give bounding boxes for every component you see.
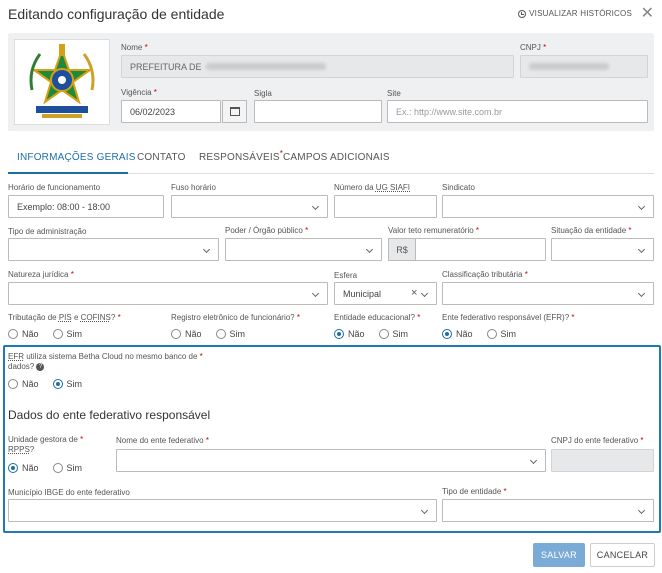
- cnpj-label: CNPJ *: [520, 43, 547, 52]
- classificacao-label: Classificação tributária *: [442, 270, 528, 279]
- tab-contato[interactable]: CONTATO: [137, 152, 186, 163]
- ug-siafi-field[interactable]: [334, 195, 437, 218]
- dialog-title: Editando configuração de entidade: [8, 6, 225, 22]
- tab-campos-adicionais[interactable]: CAMPOS ADICIONAIS: [283, 152, 390, 163]
- vigencia-field[interactable]: 06/02/2023: [121, 100, 221, 123]
- nome-value: PREFEITURA DE: [130, 61, 202, 72]
- situacao-select[interactable]: [551, 238, 654, 261]
- unidade-gestora-label: Unidade gestora de * RPPS?: [8, 435, 84, 454]
- unidade-gestora-radio-group: Não Sim: [8, 463, 82, 473]
- natureza-label: Natureza jurídica *: [8, 270, 74, 279]
- efr-label: Ente federativo responsável (EFR)? *: [442, 313, 575, 322]
- municipio-select[interactable]: [8, 499, 437, 522]
- site-label: Site: [387, 89, 401, 98]
- calendar-button[interactable]: [222, 100, 247, 123]
- nome-ente-select[interactable]: [116, 449, 546, 472]
- situacao-label: Situação da entidade *: [551, 226, 632, 235]
- efr-betha-radio-group: Não Sim: [8, 379, 82, 389]
- view-history-label: VISUALIZAR HISTÓRICOS: [529, 9, 632, 18]
- nome-label: Nome *: [121, 43, 148, 52]
- nome-ente-label: Nome do ente federativo *: [116, 436, 209, 445]
- close-icon[interactable]: ✕: [641, 3, 654, 23]
- ente-section-title: Dados do ente federativo responsável: [8, 408, 211, 422]
- coat-of-arms-logo: [14, 39, 110, 125]
- tab-informacoes-gerais[interactable]: INFORMAÇÕES GERAIS: [17, 152, 136, 163]
- fuso-select[interactable]: [171, 195, 328, 218]
- tributacao-label: Tributação de PIS e COFINS? *: [8, 313, 121, 322]
- natureza-select[interactable]: [8, 282, 328, 305]
- sindicato-select[interactable]: [442, 195, 654, 218]
- vigencia-label: Vigência *: [121, 88, 157, 97]
- efr-nao[interactable]: Não: [442, 329, 473, 339]
- registro-label: Registro eletrônico de funcionário? *: [171, 313, 300, 322]
- tipo-admin-select[interactable]: [8, 238, 219, 261]
- horario-label: Horário de funcionamento: [8, 183, 101, 192]
- poder-label: Poder / Órgão público *: [225, 226, 309, 235]
- esfera-value: Municipal: [343, 288, 382, 299]
- registro-nao[interactable]: Não: [171, 329, 202, 339]
- poder-select[interactable]: [225, 238, 382, 261]
- tipo-entidade-label: Tipo de entidade *: [442, 487, 507, 496]
- educacional-sim[interactable]: Sim: [378, 329, 408, 339]
- sigla-label: Sigla: [254, 89, 272, 98]
- horario-field[interactable]: Exemplo: 08:00 - 18:00: [8, 195, 164, 218]
- efr-betha-label: EFR utiliza sistema Betha Cloud no mesmo…: [8, 352, 203, 371]
- redacted-text: [529, 63, 609, 70]
- efr-sim[interactable]: Sim: [486, 329, 516, 339]
- tab-responsaveis[interactable]: RESPONSÁVEIS*: [199, 149, 283, 163]
- unidade-gestora-sim[interactable]: Sim: [52, 463, 82, 473]
- view-history-link[interactable]: VISUALIZAR HISTÓRICOS: [518, 9, 632, 18]
- active-tab-indicator: [8, 172, 128, 174]
- cancel-button[interactable]: CANCELAR: [590, 543, 655, 567]
- sindicato-label: Sindicato: [442, 183, 475, 192]
- tipo-admin-label: Tipo de administração: [8, 227, 87, 236]
- municipio-label: Município IBGE do ente federativo: [8, 488, 130, 497]
- unidade-gestora-nao[interactable]: Não: [8, 463, 39, 473]
- entity-header-panel: Nome * PREFEITURA DE CNPJ * Vigência * 0…: [8, 33, 654, 131]
- teto-label: Valor teto remuneratório *: [388, 226, 480, 235]
- registro-sim[interactable]: Sim: [215, 329, 245, 339]
- esfera-label: Esfera: [334, 271, 358, 280]
- educacional-label: Entidade educacional? *: [334, 313, 421, 322]
- educacional-radio-group: Não Sim: [334, 329, 408, 339]
- tributacao-radio-group: Não Sim: [8, 329, 82, 339]
- tab-bar: INFORMAÇÕES GERAIS CONTATO RESPONSÁVEIS*…: [8, 148, 654, 174]
- ug-siafi-label: Número da UG SIAFI: [334, 183, 411, 192]
- registro-radio-group: Não Sim: [171, 329, 245, 339]
- teto-field[interactable]: [415, 238, 546, 261]
- sigla-field[interactable]: [254, 100, 382, 123]
- tributacao-sim[interactable]: Sim: [52, 329, 82, 339]
- tipo-entidade-select[interactable]: [442, 499, 654, 522]
- fuso-label: Fuso horário: [171, 183, 216, 192]
- currency-prefix: R$: [388, 238, 416, 261]
- cnpj-ente-field[interactable]: [551, 449, 654, 472]
- tributacao-nao[interactable]: Não: [8, 329, 39, 339]
- clock-icon: [518, 9, 527, 18]
- cnpj-field[interactable]: [520, 55, 648, 78]
- redacted-text: [205, 63, 326, 70]
- efr-radio-group: Não Sim: [442, 329, 516, 339]
- calendar-icon: [229, 107, 240, 116]
- cnpj-ente-label: CNPJ do ente federativo *: [551, 436, 644, 445]
- efr-betha-sim[interactable]: Sim: [52, 379, 82, 389]
- nome-field[interactable]: PREFEITURA DE: [121, 55, 514, 78]
- help-icon[interactable]: ?: [36, 362, 45, 371]
- site-field[interactable]: Ex.: http://www.site.com.br: [387, 100, 648, 123]
- classificacao-select[interactable]: [442, 282, 654, 305]
- esfera-select[interactable]: Municipal: [334, 282, 437, 305]
- esfera-clear-icon[interactable]: ×: [411, 287, 417, 299]
- efr-betha-nao[interactable]: Não: [8, 379, 39, 389]
- educacional-nao[interactable]: Não: [334, 329, 365, 339]
- save-button[interactable]: SALVAR: [533, 543, 585, 567]
